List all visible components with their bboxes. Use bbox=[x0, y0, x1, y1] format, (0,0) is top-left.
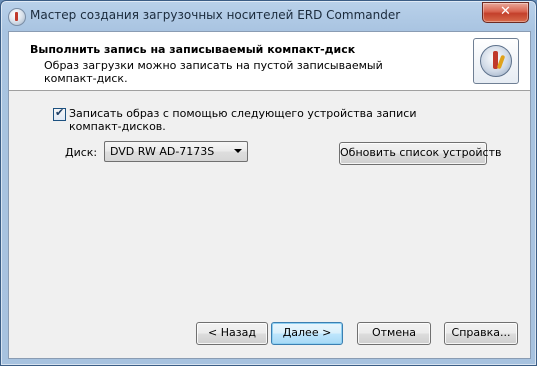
refresh-devices-label: Обновить список устройств bbox=[340, 146, 502, 159]
help-button[interactable]: Справка... bbox=[444, 322, 518, 345]
wizard-window: Мастер создания загрузочных носителей ER… bbox=[0, 0, 537, 366]
drive-select-value: DVD RW AD-7173S bbox=[110, 145, 215, 158]
burn-checkbox-label[interactable]: Записать образ с помощью следующего устр… bbox=[69, 107, 449, 133]
cancel-button-label: Отмена bbox=[371, 326, 417, 339]
back-button[interactable]: < Назад bbox=[196, 322, 268, 345]
drive-label: Диск: bbox=[65, 146, 98, 159]
back-button-label: < Назад bbox=[208, 326, 256, 339]
close-icon: ✕ bbox=[500, 4, 511, 19]
disc-icon bbox=[480, 45, 512, 77]
next-button[interactable]: Далее > bbox=[271, 322, 343, 345]
app-icon bbox=[8, 8, 26, 26]
help-button-label: Справка... bbox=[451, 326, 511, 339]
burn-label-line2: компакт-дисков. bbox=[69, 120, 166, 133]
wizard-header: Выполнить запись на записываемый компакт… bbox=[9, 32, 530, 91]
chevron-down-icon bbox=[234, 149, 242, 153]
burn-checkbox[interactable] bbox=[53, 106, 66, 121]
cancel-button[interactable]: Отмена bbox=[357, 322, 431, 345]
wizard-client-area: Выполнить запись на записываемый компакт… bbox=[8, 31, 531, 359]
wizard-disc-icon bbox=[473, 38, 519, 84]
burn-label-line1: Записать образ с помощью следующего устр… bbox=[69, 107, 417, 120]
page-subtitle-line2: компакт-диск. bbox=[44, 72, 128, 85]
next-button-label: Далее > bbox=[282, 326, 332, 339]
window-title: Мастер создания загрузочных носителей ER… bbox=[30, 8, 401, 22]
drive-select[interactable]: DVD RW AD-7173S bbox=[104, 141, 248, 162]
page-subtitle-line1: Образ загрузки можно записать на пустой … bbox=[44, 59, 383, 72]
page-subtitle: Образ загрузки можно записать на пустой … bbox=[44, 59, 424, 85]
page-title: Выполнить запись на записываемый компакт… bbox=[30, 43, 356, 56]
close-button[interactable]: ✕ bbox=[482, 2, 529, 23]
refresh-devices-button[interactable]: Обновить список устройств bbox=[339, 142, 501, 165]
title-bar[interactable]: Мастер создания загрузочных носителей ER… bbox=[1, 1, 536, 31]
